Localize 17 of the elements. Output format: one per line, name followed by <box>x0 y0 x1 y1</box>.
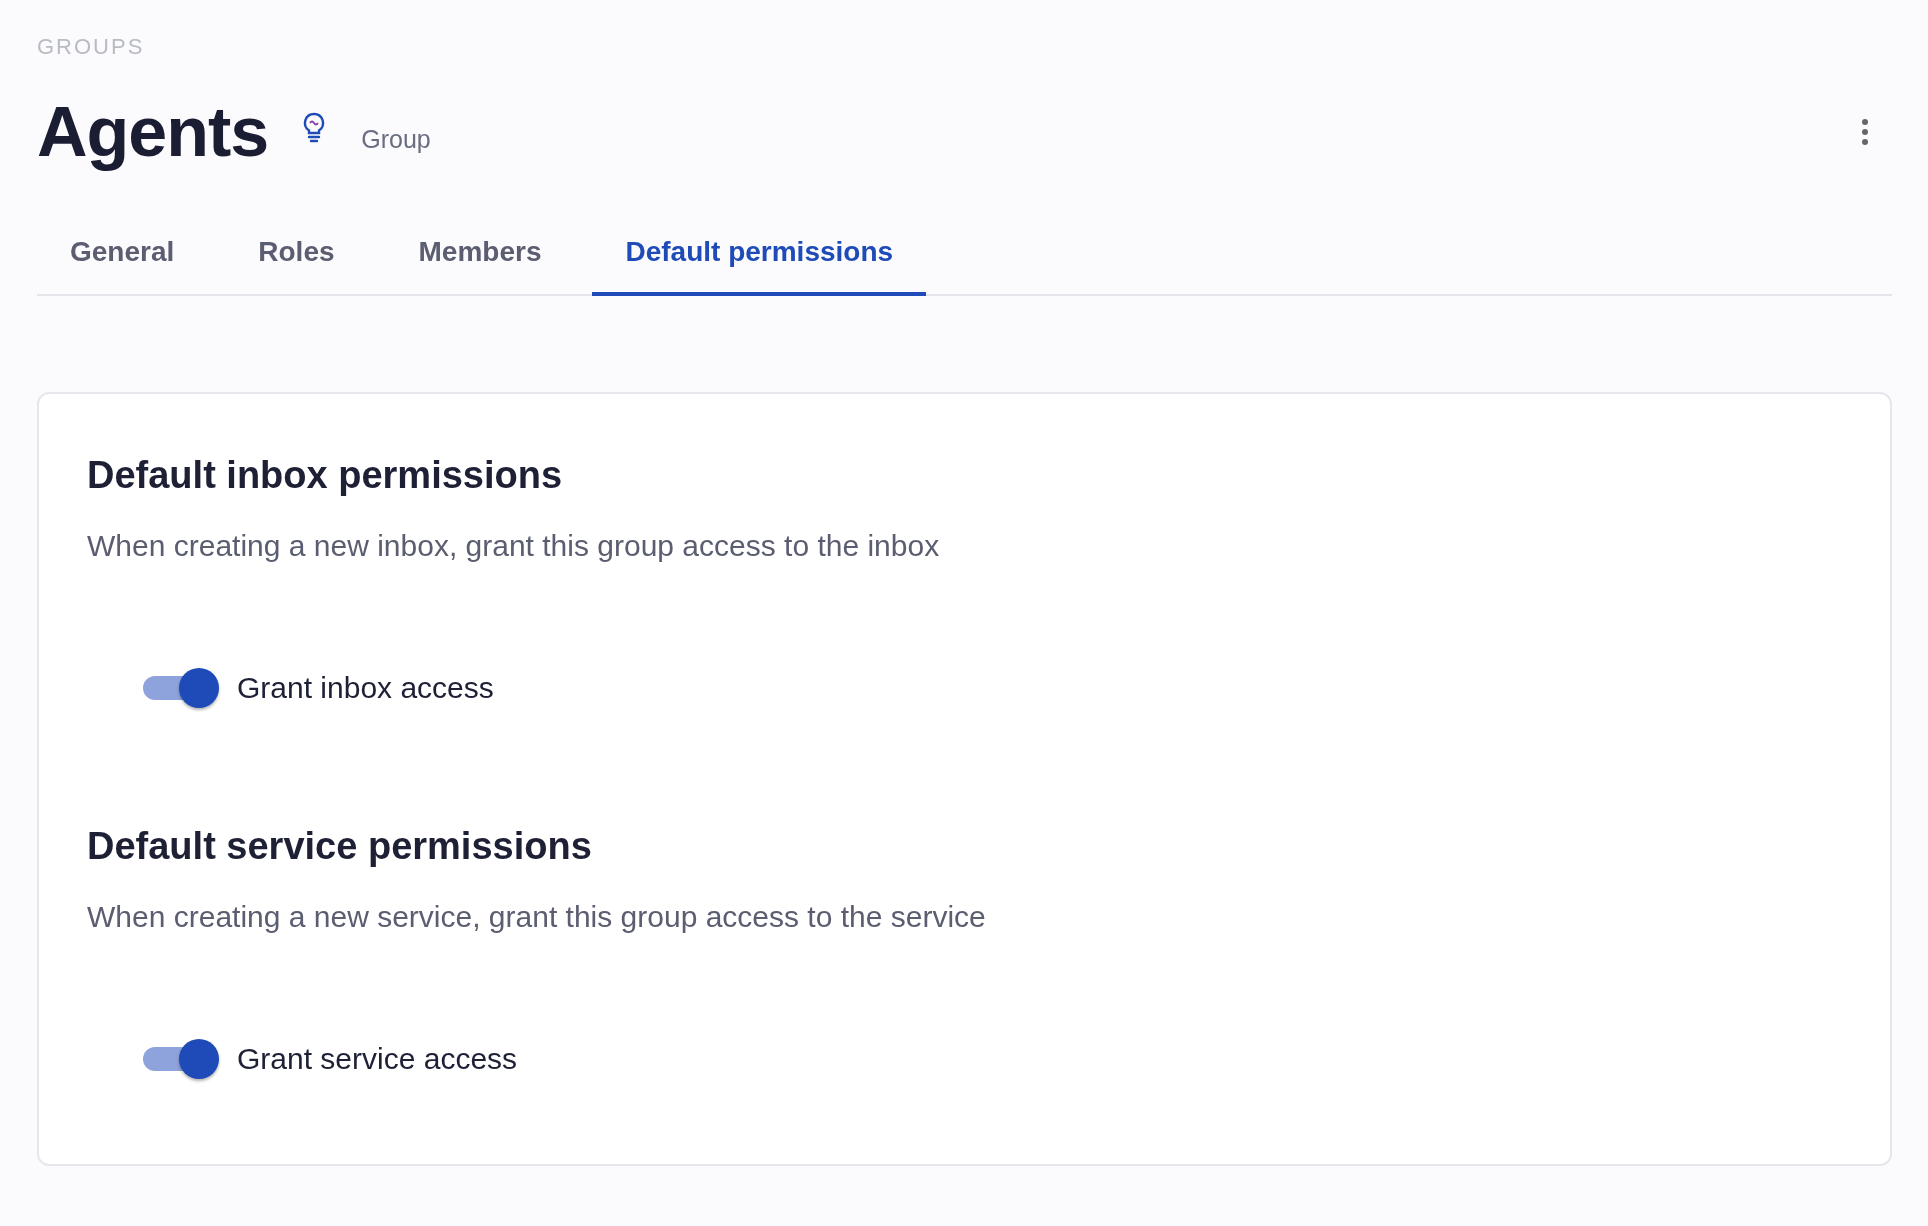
toggle-label: Grant service access <box>237 1042 518 1076</box>
section-heading: Default inbox permissions <box>87 454 564 497</box>
tab[interactable]: General <box>37 218 208 296</box>
toggle-switch[interactable] <box>143 1038 219 1080</box>
toggle-switch[interactable] <box>143 667 219 709</box>
page-subtitle: Group <box>361 124 431 154</box>
page-title: Agents <box>37 92 269 172</box>
more-options-icon <box>1862 119 1868 145</box>
breadcrumb: GROUPS <box>37 34 145 60</box>
tab[interactable]: Members <box>385 218 575 296</box>
section-heading: Default service permissions <box>87 825 593 868</box>
tab[interactable]: Default permissions <box>592 218 927 296</box>
lightbulb-icon <box>302 112 327 144</box>
tab[interactable]: Roles <box>225 218 368 296</box>
section-description: When creating a new inbox, grant this group access to the inbox <box>87 529 941 563</box>
toggle-label: Grant inbox access <box>237 671 494 705</box>
section-description: When creating a new service, grant this group access to the service <box>87 900 987 934</box>
